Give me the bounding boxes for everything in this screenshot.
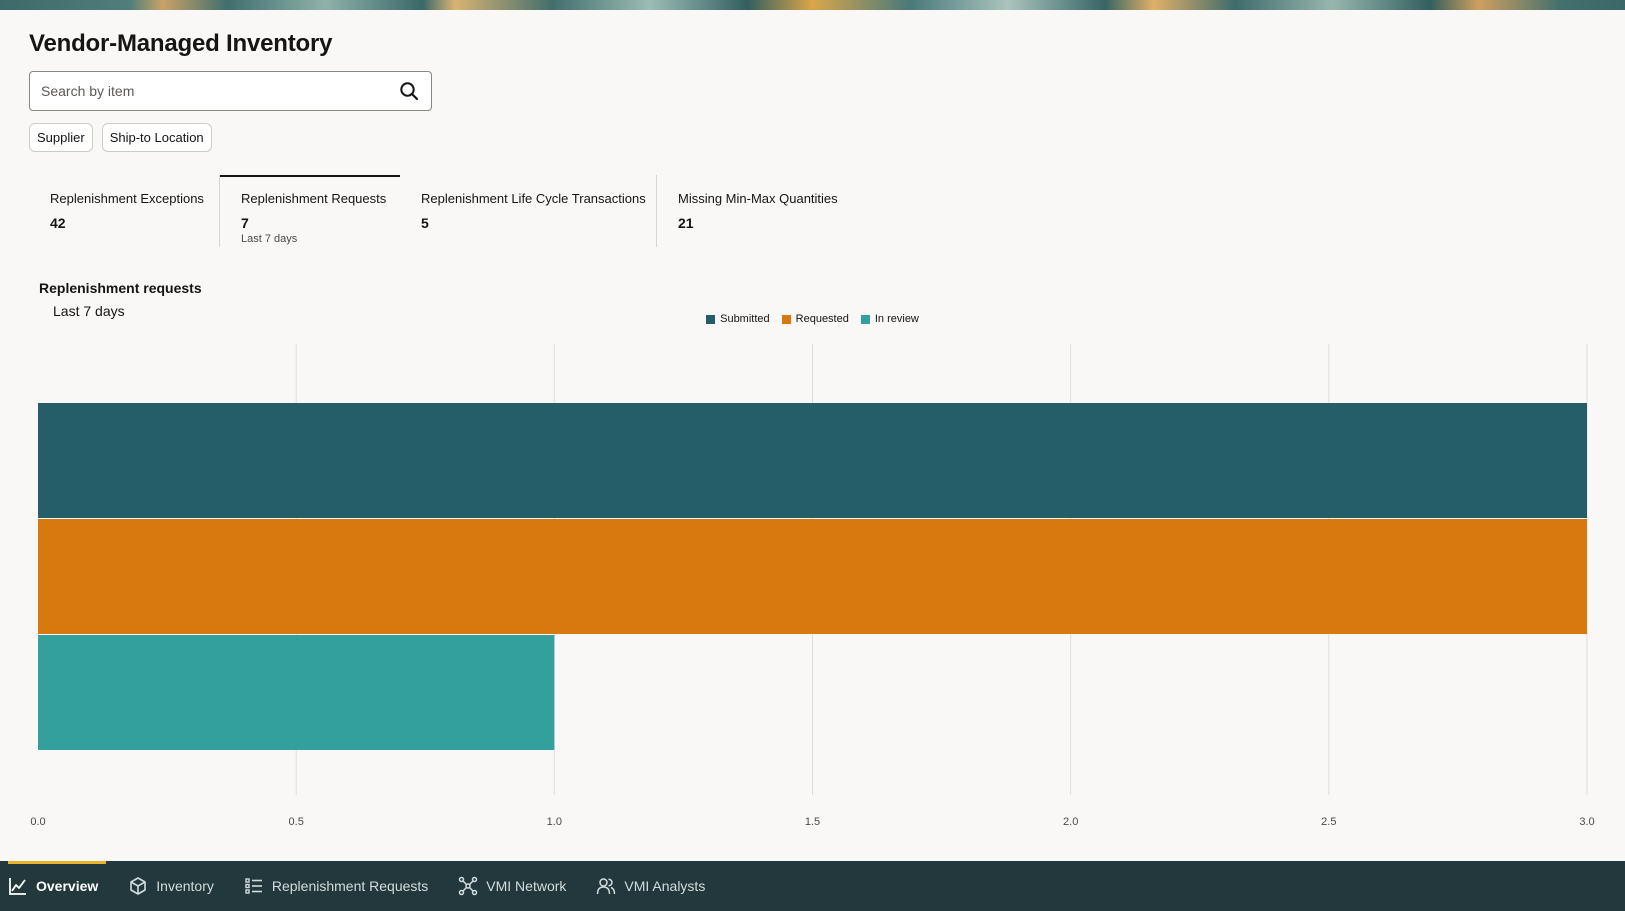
metric-replenishment-requests[interactable]: Replenishment Requests 7 Last 7 days xyxy=(220,175,400,247)
legend-item-requested[interactable]: Requested xyxy=(781,313,849,325)
page-title: Vendor-Managed Inventory xyxy=(29,30,333,57)
legend-swatch xyxy=(781,314,791,324)
metric-label: Replenishment Requests xyxy=(241,191,387,206)
nav-item-overview[interactable]: Overview xyxy=(0,861,107,911)
metric-value: 21 xyxy=(678,215,694,231)
nav-item-inventory[interactable]: Inventory xyxy=(120,861,222,911)
bar-requested[interactable] xyxy=(38,519,1587,634)
legend-label: Requested xyxy=(795,313,849,325)
metric-replenishment-exceptions[interactable]: Replenishment Exceptions 42 xyxy=(29,175,219,247)
legend-item-submitted[interactable]: Submitted xyxy=(706,313,770,325)
bar-in-review[interactable] xyxy=(38,635,555,750)
legend-item-in-review[interactable]: In review xyxy=(860,313,919,325)
search-icon[interactable] xyxy=(398,80,420,102)
chart-legend: Submitted Requested In review xyxy=(0,313,1625,325)
x-tick-label: 2.0 xyxy=(1063,816,1078,828)
x-tick-label: 0.5 xyxy=(289,816,304,828)
search-input[interactable] xyxy=(41,83,398,99)
filter-chip-supplier[interactable]: Supplier xyxy=(29,123,93,152)
nav-label: VMI Analysts xyxy=(624,878,706,894)
list-icon xyxy=(245,878,262,894)
legend-swatch xyxy=(860,314,870,324)
nav-label: Overview xyxy=(36,878,99,894)
legend-label: In review xyxy=(874,313,919,325)
nav-label: Replenishment Requests xyxy=(271,878,429,894)
legend-swatch xyxy=(706,314,716,324)
metric-label: Replenishment Exceptions xyxy=(50,191,204,206)
users-icon xyxy=(597,878,616,895)
search-box[interactable] xyxy=(29,71,432,111)
x-tick-label: 1.0 xyxy=(547,816,562,828)
metric-value: 5 xyxy=(421,215,429,231)
nav-item-replenishment-requests[interactable]: Replenishment Requests xyxy=(236,861,436,911)
metric-tabs: Replenishment Exceptions 42 Replenishmen… xyxy=(29,175,857,247)
x-tick-label: 0.0 xyxy=(30,816,45,828)
x-tick-label: 1.5 xyxy=(805,816,820,828)
filter-chips: Supplier Ship-to Location xyxy=(29,123,212,152)
bar-submitted[interactable] xyxy=(38,403,1587,518)
bottom-navigation: Overview Inventory Replenishment Request… xyxy=(0,861,1625,911)
replenishment-requests-bar-chart: 0.0 0.5 1.0 1.5 2.0 2.5 3.0 xyxy=(30,344,1595,828)
metric-label: Missing Min-Max Quantities xyxy=(678,191,838,206)
nav-item-vmi-network[interactable]: VMI Network xyxy=(450,861,574,911)
metric-subtext: Last 7 days xyxy=(241,233,298,245)
metric-value: 42 xyxy=(50,215,66,231)
header-banner xyxy=(0,0,1625,10)
nav-label: Inventory xyxy=(156,878,214,894)
nav-item-vmi-analysts[interactable]: VMI Analysts xyxy=(588,861,713,911)
filter-chip-ship-to-location[interactable]: Ship-to Location xyxy=(101,123,212,152)
x-tick-label: 2.5 xyxy=(1321,816,1336,828)
x-tick-label: 3.0 xyxy=(1579,816,1594,828)
metric-replenishment-life-cycle-transactions[interactable]: Replenishment Life Cycle Transactions 5 xyxy=(400,175,656,247)
nav-label: VMI Network xyxy=(486,878,567,894)
chart-line-icon xyxy=(9,878,26,895)
chart-section-title: Replenishment requests xyxy=(39,280,202,296)
metric-value: 7 xyxy=(241,215,249,231)
cube-icon xyxy=(130,877,147,895)
network-icon xyxy=(459,876,478,896)
legend-label: Submitted xyxy=(720,313,770,325)
metric-label: Replenishment Life Cycle Transactions xyxy=(421,191,646,206)
metric-missing-min-max-quantities[interactable]: Missing Min-Max Quantities 21 xyxy=(657,175,857,247)
